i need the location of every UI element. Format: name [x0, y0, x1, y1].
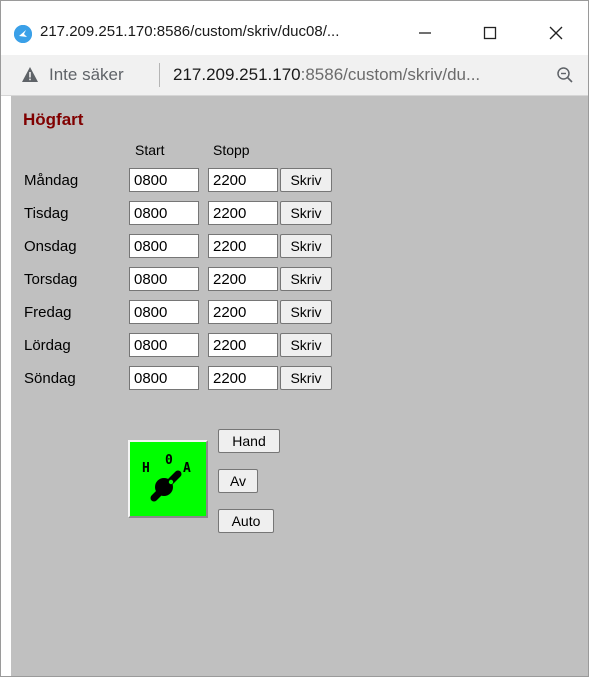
start-time-input[interactable] — [129, 201, 199, 225]
hand-mode-button[interactable]: Hand — [218, 429, 280, 453]
auto-mode-button[interactable]: Auto — [218, 509, 274, 533]
day-label: Måndag — [24, 172, 79, 189]
day-label: Söndag — [24, 370, 76, 387]
minimize-icon — [419, 32, 431, 34]
minimize-button[interactable] — [402, 15, 448, 51]
write-button[interactable]: Skriv — [280, 201, 332, 225]
day-label: Torsdag — [24, 271, 78, 288]
selector-switch-icon: 0 H A — [142, 453, 191, 502]
stop-time-input[interactable] — [208, 267, 278, 291]
off-mode-button[interactable]: Av — [218, 469, 258, 493]
start-time-input[interactable] — [129, 366, 199, 390]
warning-icon[interactable] — [21, 66, 39, 83]
switch-label-off: 0 — [165, 453, 173, 468]
day-label: Fredag — [24, 304, 72, 321]
maximize-button[interactable] — [467, 15, 513, 51]
day-label: Lördag — [24, 337, 71, 354]
stop-time-input[interactable] — [208, 201, 278, 225]
write-button[interactable]: Skriv — [280, 366, 332, 390]
stop-time-input[interactable] — [208, 300, 278, 324]
start-time-input[interactable] — [129, 234, 199, 258]
schedule-row-torsdag: Torsdag Skriv — [11, 267, 588, 293]
write-button[interactable]: Skriv — [280, 234, 332, 258]
schedule-row-fredag: Fredag Skriv — [11, 300, 588, 326]
schedule-row-onsdag: Onsdag Skriv — [11, 234, 588, 260]
column-header-start: Start — [135, 142, 165, 158]
switch-knob-icon — [150, 470, 182, 502]
url-path: :8586/custom/skriv/du... — [300, 65, 481, 84]
maximize-icon — [483, 26, 497, 40]
schedule-row-mandag: Måndag Skriv — [11, 168, 588, 194]
address-bar[interactable]: Inte säker 217.209.251.170:8586/custom/s… — [1, 55, 588, 96]
stop-time-input[interactable] — [208, 366, 278, 390]
start-time-input[interactable] — [129, 168, 199, 192]
schedule-row-tisdag: Tisdag Skriv — [11, 201, 588, 227]
mode-switch-indicator: 0 H A — [128, 440, 208, 518]
window-title: 217.209.251.170:8586/custom/skriv/duc08/… — [40, 23, 340, 40]
address-divider — [159, 63, 160, 87]
page-title: Högfart — [23, 110, 84, 129]
column-header-stopp: Stopp — [213, 142, 250, 158]
write-button[interactable]: Skriv — [280, 300, 332, 324]
close-icon — [549, 26, 563, 40]
schedule-row-lordag: Lördag Skriv — [11, 333, 588, 359]
day-label: Onsdag — [24, 238, 77, 255]
schedule-row-sondag: Söndag Skriv — [11, 366, 588, 392]
write-button[interactable]: Skriv — [280, 267, 332, 291]
security-status-label[interactable]: Inte säker — [49, 65, 124, 85]
start-time-input[interactable] — [129, 333, 199, 357]
title-bar: 217.209.251.170:8586/custom/skriv/duc08/… — [1, 1, 588, 55]
start-time-input[interactable] — [129, 267, 199, 291]
browser-window: 217.209.251.170:8586/custom/skriv/duc08/… — [0, 0, 589, 677]
zoom-out-icon[interactable] — [556, 66, 574, 84]
close-button[interactable] — [533, 15, 579, 51]
site-favicon-icon — [14, 25, 32, 43]
write-button[interactable]: Skriv — [280, 333, 332, 357]
switch-label-hand: H — [142, 461, 150, 476]
stop-time-input[interactable] — [208, 333, 278, 357]
stop-time-input[interactable] — [208, 234, 278, 258]
url-host: 217.209.251.170 — [173, 65, 301, 84]
stop-time-input[interactable] — [208, 168, 278, 192]
switch-label-auto: A — [183, 461, 191, 476]
start-time-input[interactable] — [129, 300, 199, 324]
write-button[interactable]: Skriv — [280, 168, 332, 192]
page-content: Högfart Start Stopp Måndag Skriv Tisdag … — [11, 96, 588, 676]
day-label: Tisdag — [24, 205, 69, 222]
url-field[interactable]: 217.209.251.170:8586/custom/skriv/du... — [173, 65, 480, 85]
